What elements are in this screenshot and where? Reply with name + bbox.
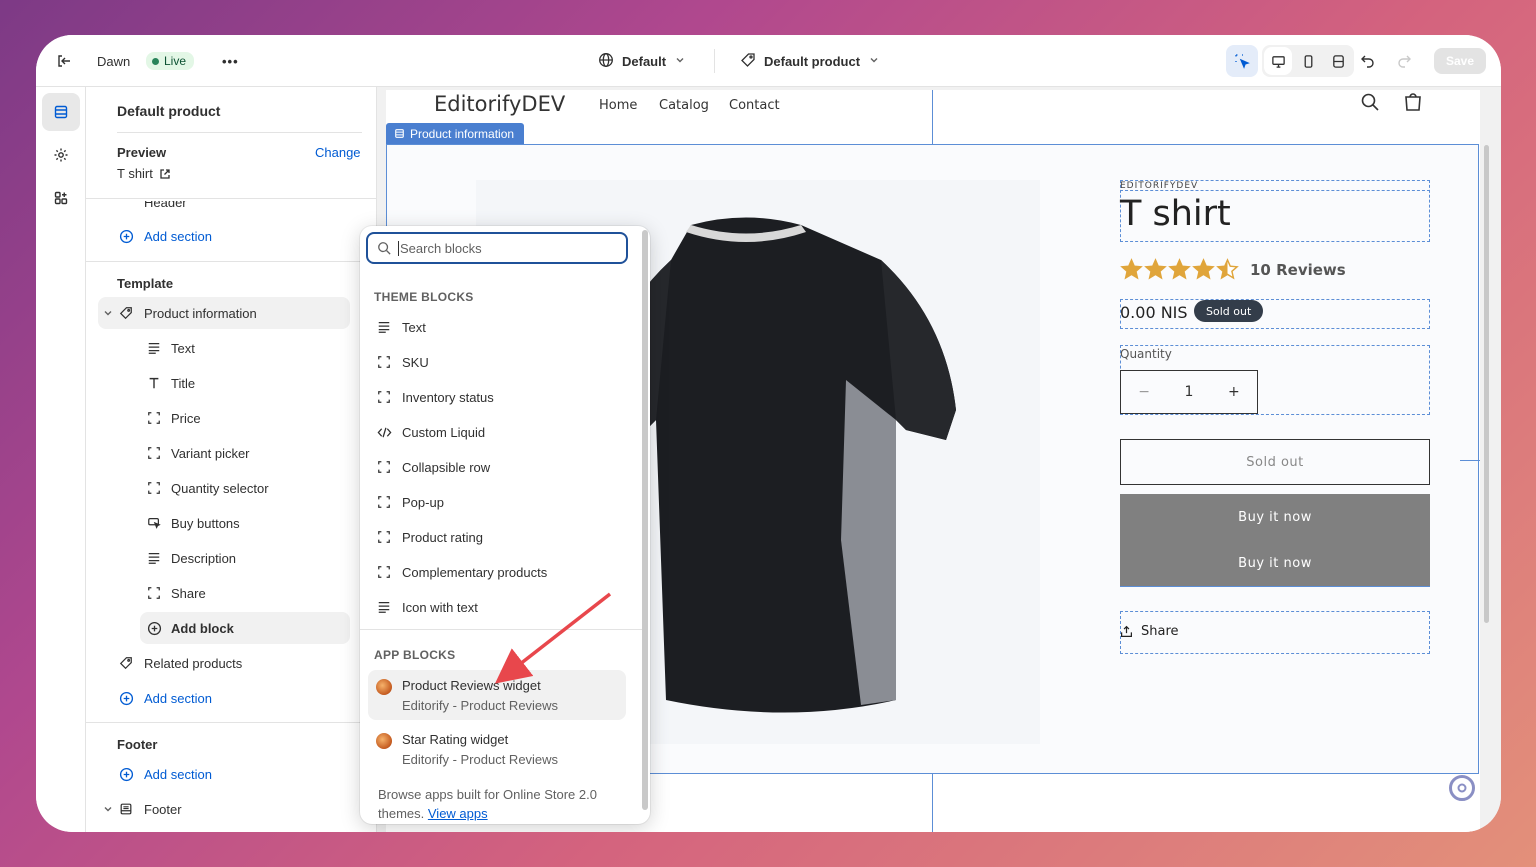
editor-window: Dawn Live ••• Default Default product Sa…	[36, 35, 1501, 832]
arrow-line	[494, 592, 612, 684]
annotation-arrow	[494, 592, 612, 684]
